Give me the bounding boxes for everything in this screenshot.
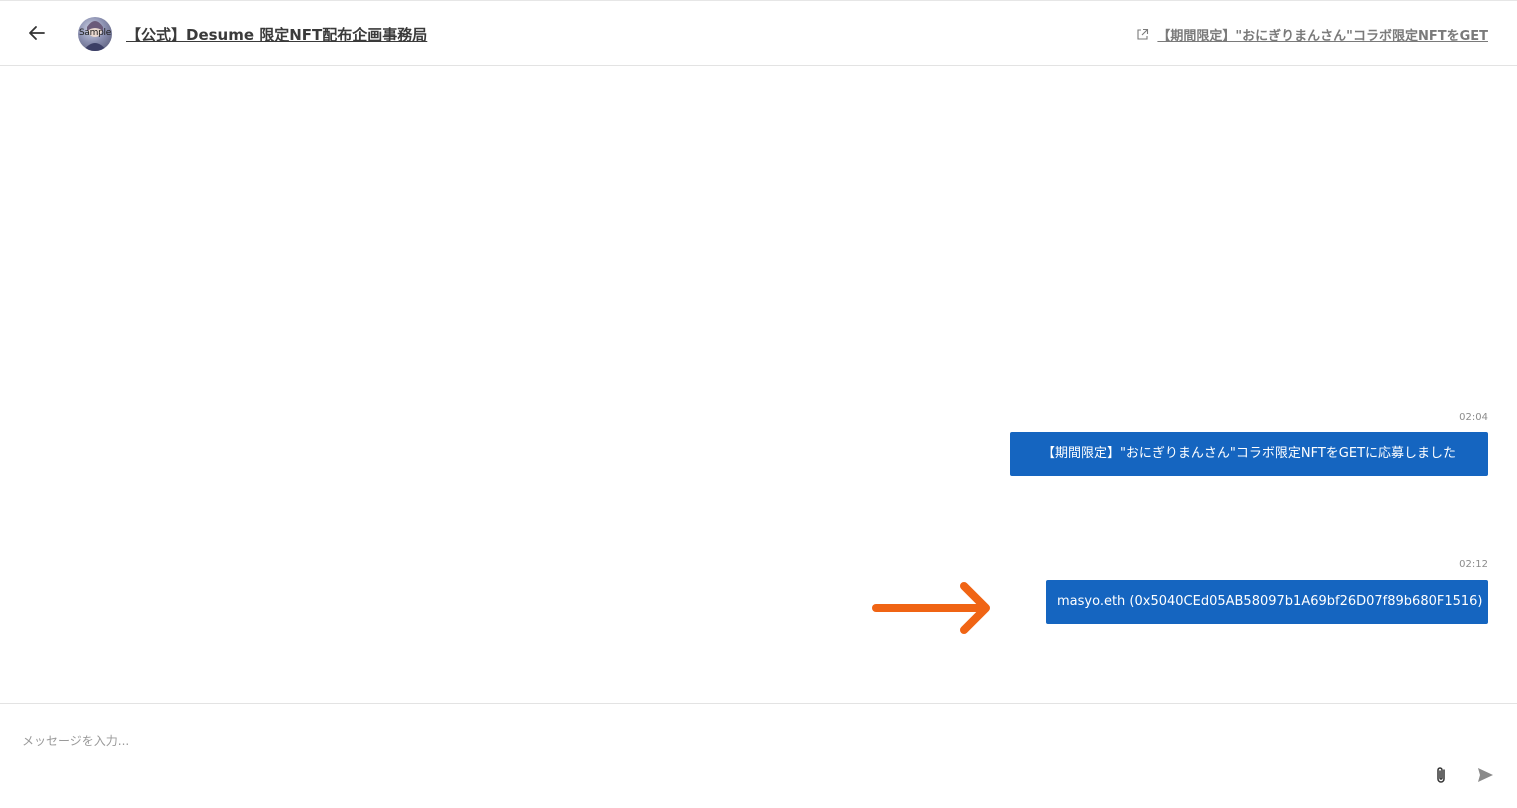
chat-window: Sample 【公式】Desume 限定NFT配布企画事務局 【期間限定】"おに… [0, 0, 1517, 808]
paperclip-icon [1437, 767, 1445, 783]
back-button[interactable] [24, 20, 50, 46]
message-time: 02:12 [1459, 559, 1488, 570]
message-bubble: masyo.eth (0x5040CEd05AB58097b1A69bf26D0… [1046, 580, 1488, 624]
attach-button[interactable] [1430, 764, 1452, 786]
send-button[interactable] [1474, 764, 1496, 786]
avatar-watermark: Sample [79, 28, 111, 38]
message-bubble: 【期間限定】"おにぎりまんさん"コラボ限定NFTをGETに応募しました [1010, 432, 1488, 476]
channel-title[interactable]: 【公式】Desume 限定NFT配布企画事務局 [126, 24, 427, 45]
chat-header: Sample 【公式】Desume 限定NFT配布企画事務局 【期間限定】"おに… [0, 1, 1517, 66]
message-composer [0, 703, 1517, 808]
message-list: 02:04 【期間限定】"おにぎりまんさん"コラボ限定NFTをGETに応募しまし… [0, 67, 1517, 703]
annotation-arrow-icon [872, 582, 990, 634]
campaign-link[interactable]: 【期間限定】"おにぎりまんさん"コラボ限定NFTをGET [1136, 25, 1488, 44]
campaign-link-text: 【期間限定】"おにぎりまんさん"コラボ限定NFTをGET [1157, 29, 1488, 44]
external-link-icon [1137, 28, 1149, 40]
avatar[interactable]: Sample [78, 17, 112, 51]
message-time: 02:04 [1459, 412, 1488, 423]
send-icon [1478, 768, 1493, 782]
arrow-left-icon [29, 26, 45, 40]
message-input[interactable] [22, 734, 1402, 748]
